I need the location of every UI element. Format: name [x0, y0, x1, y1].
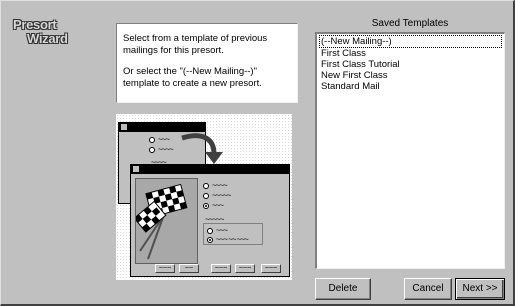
delete-button[interactable]: Delete	[315, 278, 371, 300]
template-item-new-mailing[interactable]: (--New Mailing--)	[319, 35, 502, 48]
saved-templates-list[interactable]: (--New Mailing--) First Class First Clas…	[315, 32, 505, 269]
wizard-logo: Presort Wizard	[11, 15, 103, 55]
instructions-panel: Select from a template of previous maili…	[116, 23, 298, 103]
cancel-button[interactable]: Cancel	[404, 278, 452, 300]
template-item-standard-mail[interactable]: Standard Mail	[319, 81, 502, 92]
instructions-paragraph-1: Select from a template of previous maili…	[123, 33, 268, 56]
illustration-front-window: ~~~~ ~~~~~ ~~~ ~~~~~ ~~~ ~~~ ~~ ~~~ ~~~ …	[130, 164, 290, 277]
logo-line-2: Wizard	[27, 31, 68, 46]
template-item-new-first-class[interactable]: New First Class	[319, 70, 502, 81]
template-item-first-class[interactable]: First Class	[319, 48, 502, 59]
template-item-first-class-tutorial[interactable]: First Class Tutorial	[319, 59, 502, 70]
logo-line-1: Presort	[13, 17, 57, 32]
saved-templates-label: Saved Templates	[371, 18, 449, 29]
presort-wizard-dialog: Presort Wizard Select from a template of…	[0, 0, 515, 306]
next-button[interactable]: Next >>	[455, 278, 505, 300]
checkered-flag-icon	[136, 183, 188, 260]
instructions-paragraph-2: Or select the "(--New Mailing--)" templa…	[123, 66, 262, 89]
wizard-illustration: ~~~ ~~~~ ~~~~ ~~~~ ~~~~~ ~~~ ~~~~~ ~~~ ~…	[116, 114, 292, 280]
